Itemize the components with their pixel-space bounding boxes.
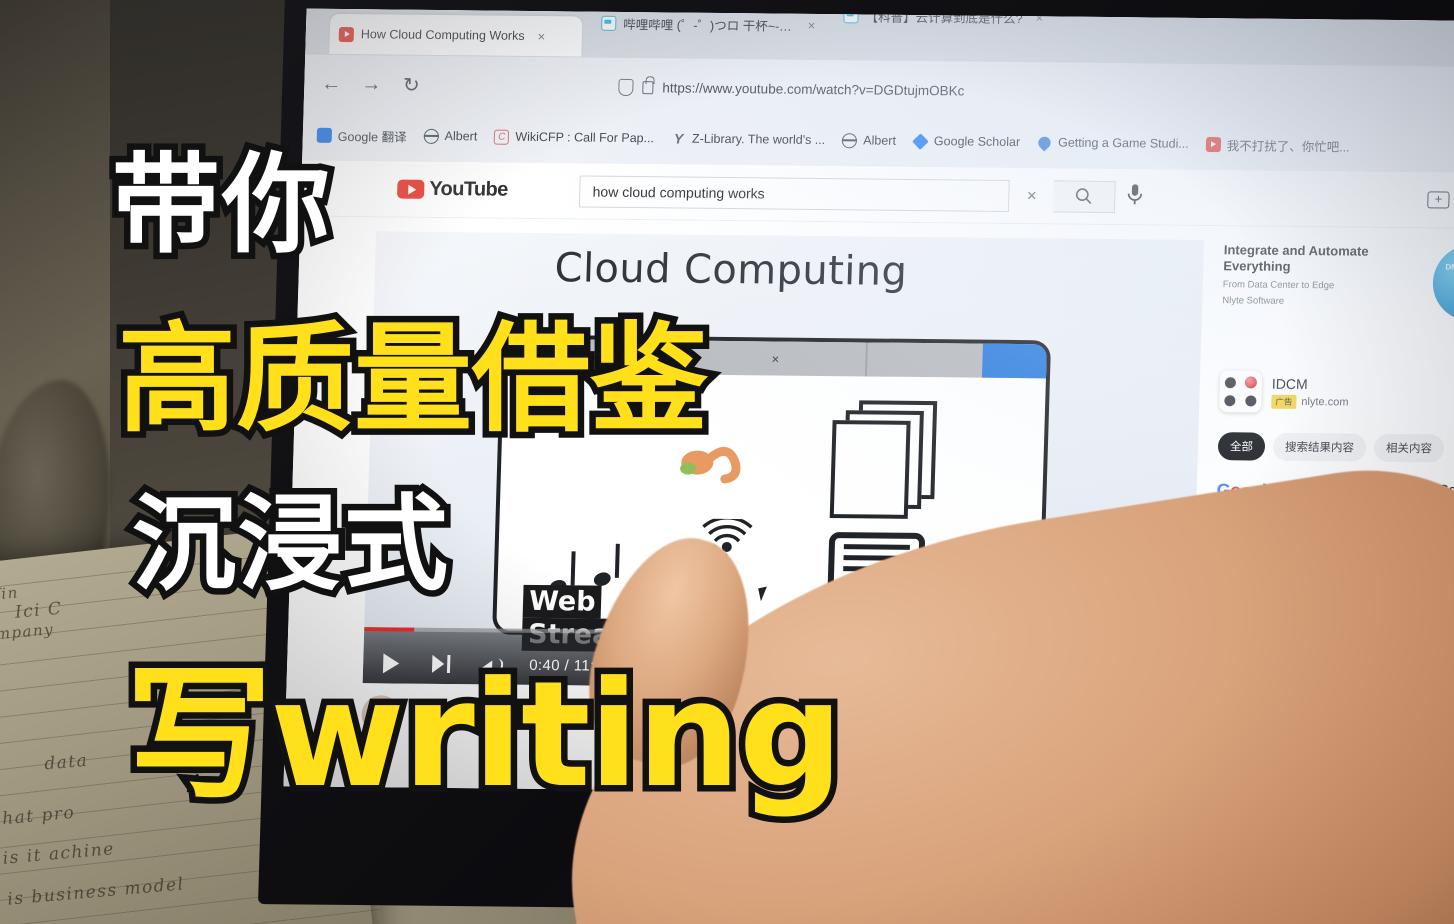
search-button[interactable] [1053, 179, 1117, 213]
back-button[interactable]: ← [318, 72, 345, 95]
filter-chips: 全部 搜索结果内容 相关内容 [1217, 432, 1454, 463]
slide-title: Cloud Computing [553, 245, 909, 295]
wikicfp-icon: C [494, 129, 510, 145]
ad-brand-url-row: 广告 nlyte.com [1271, 394, 1349, 409]
youtube-search-group: how cloud computing works × [579, 174, 1154, 213]
molecule-node [1224, 377, 1237, 389]
browser-tab[interactable]: 哔哩哔哩 (゜-゜)つロ 干杯~-b... × [592, 9, 825, 45]
browser-tab-active[interactable]: How Cloud Computing Works × [329, 13, 583, 57]
bookmark-label: Albert [444, 129, 478, 144]
address-bar-url: https://www.youtube.com/watch?v=DGDtujmO… [662, 79, 965, 99]
filter-chip-search-results[interactable]: 搜索结果内容 [1272, 432, 1367, 462]
tab-label: How Cloud Computing Works [360, 27, 525, 43]
youtube-play-icon [396, 179, 425, 199]
microphone-icon [1127, 183, 1143, 204]
zlibrary-icon: Y [673, 129, 684, 147]
idcm-logo-icon [1219, 370, 1263, 413]
address-bar[interactable]: https://www.youtube.com/watch?v=DGDtujmO… [438, 69, 1454, 112]
overlay-title-line-3: 沉浸式 [125, 483, 454, 605]
bookmark-item[interactable]: Albert [423, 128, 478, 144]
ad-circle-label: DMS [1445, 262, 1454, 272]
documents-icon [829, 400, 942, 521]
ad-brand-row[interactable]: IDCM 广告 nlyte.com [1219, 370, 1454, 415]
globe-icon [842, 132, 858, 148]
bookmark-label: Albert [863, 133, 897, 148]
molecule-node [1245, 395, 1257, 407]
overlay-title-line-4: 写writing [119, 650, 849, 820]
pin-icon [1035, 133, 1054, 152]
molecule-node [1244, 376, 1258, 389]
bookmark-item[interactable]: C WikiCFP : Call For Pap... [494, 129, 654, 146]
browser-chrome: How Cloud Computing Works × 哔哩哔哩 (゜-゜)つロ… [302, 8, 1454, 174]
bookmark-label: Getting a Game Studi... [1057, 135, 1189, 151]
overlay-title-line-2: 高质量借鉴 [111, 310, 714, 448]
desk-photo-scene: defin Ici C company 17 y data hat pro is… [0, 0, 1454, 924]
globe-icon [423, 128, 439, 144]
music-note-icon [594, 546, 625, 586]
tab-label: 哔哩哔哩 (゜-゜)つロ 干杯~-b... [623, 17, 796, 34]
ad-circle-graphic: DMS ITOps DCIM [1431, 244, 1454, 322]
overlay-title-line-1: 带你 [105, 143, 336, 268]
bookmark-item[interactable]: Getting a Game Studi... [1035, 133, 1189, 152]
youtube-icon [338, 26, 355, 42]
bookmark-item[interactable]: Y Z-Library. The world's ... [671, 129, 826, 148]
bookmark-item[interactable]: Albert [842, 132, 897, 149]
google-translate-icon [316, 127, 333, 143]
scholar-icon [912, 132, 929, 150]
lock-icon [642, 80, 654, 94]
clear-search-icon[interactable]: × [1009, 185, 1054, 205]
ad-url: nlyte.com [1301, 395, 1349, 408]
ad-badge: 广告 [1271, 394, 1297, 409]
handwriting-line: Ici C [14, 598, 64, 623]
video-caption-line: Web [522, 584, 603, 619]
filter-chip-related[interactable]: 相关内容 [1373, 433, 1445, 463]
reload-button[interactable]: ↻ [398, 72, 425, 97]
bookmark-label: 我不打扰了、你忙吧... [1226, 138, 1350, 155]
masthead-actions [1427, 191, 1454, 210]
ad-headline: Integrate and Automate Everything [1223, 242, 1369, 275]
whiteboard-tab-highlight [981, 343, 1047, 379]
ad-subline: From Data Center to Edge [1222, 278, 1335, 291]
shield-icon [618, 78, 634, 96]
bilibili-icon [601, 15, 617, 31]
cursor-arrow-icon [758, 586, 770, 602]
filter-chip-all[interactable]: 全部 [1217, 432, 1266, 461]
whiteboard-tab: × [683, 340, 866, 377]
close-icon[interactable]: × [808, 17, 816, 32]
molecule-node [1224, 395, 1236, 407]
bookmark-label: Google 翻译 [337, 129, 407, 145]
create-video-icon[interactable] [1427, 191, 1450, 209]
search-input-value: how cloud computing works [592, 183, 765, 201]
handwriting-line: data [43, 750, 90, 775]
ad-vendor: Nlyte Software [1222, 295, 1285, 308]
youtube-logo[interactable]: YouTube [396, 177, 509, 202]
search-input[interactable]: how cloud computing works [579, 174, 1011, 212]
youtube-logo-text: YouTube [428, 177, 509, 201]
bookmark-label: Google Scholar [933, 134, 1021, 150]
youtube-icon [1205, 136, 1221, 152]
voice-search-button[interactable] [1115, 183, 1154, 210]
search-icon [1076, 188, 1092, 204]
bookmark-label: Z-Library. The world's ... [691, 131, 826, 148]
sidebar-ad[interactable]: Integrate and Automate Everything From D… [1221, 242, 1454, 363]
bookmark-item[interactable]: Google Scholar [912, 132, 1021, 150]
close-icon[interactable]: × [537, 29, 545, 44]
ad-brand-name: IDCM [1271, 375, 1308, 392]
bookmark-label: WikiCFP : Call For Pap... [515, 129, 655, 146]
bookmark-item[interactable]: 我不打扰了、你忙吧... [1205, 135, 1350, 155]
forward-button[interactable]: → [358, 73, 385, 96]
